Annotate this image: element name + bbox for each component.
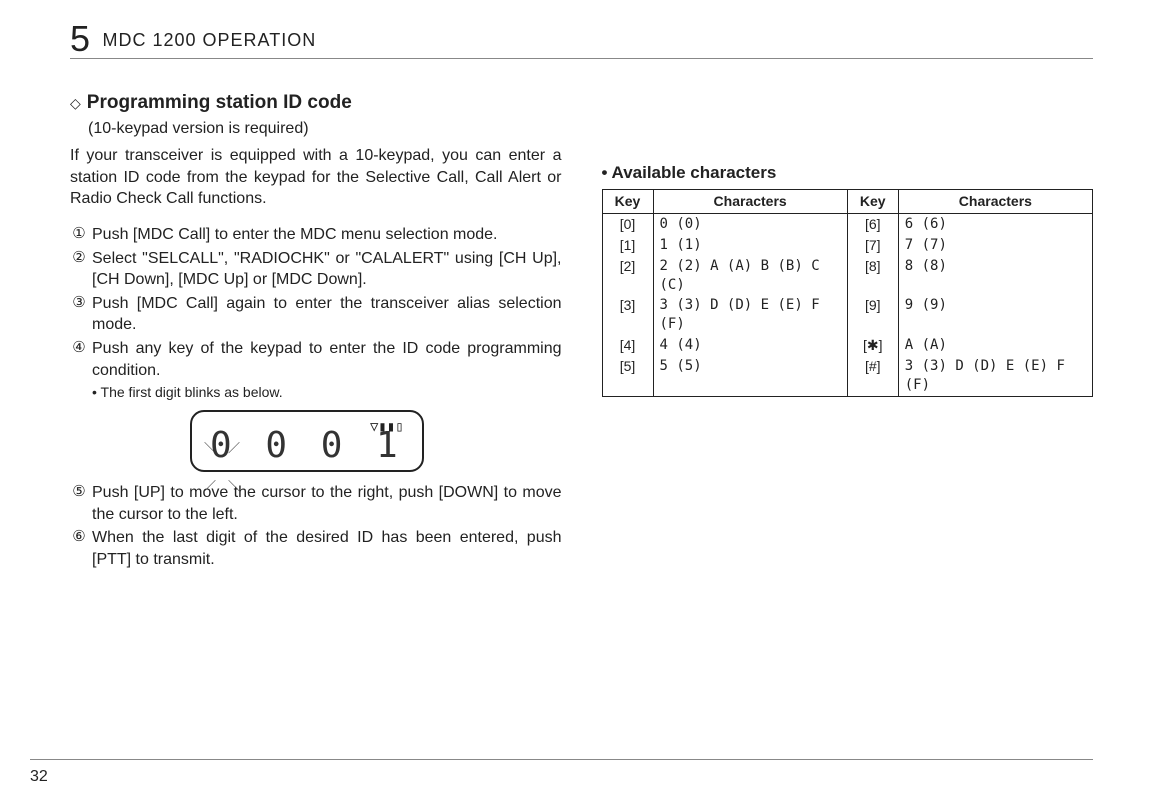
table-row: [1] 1 (1) [7] 7 (7) [602, 235, 1093, 256]
chars-cell: 8 (8) [898, 256, 1092, 296]
chapter-title: MDC 1200 OPERATION [102, 30, 316, 51]
step-text: Push any key of the keypad to enter the … [92, 338, 562, 381]
section-subheading: (10-keypad version is required) [88, 118, 562, 140]
available-characters-table: Key Characters Key Characters [0] 0 (0) … [602, 189, 1094, 397]
table-header-key: Key [847, 189, 898, 213]
step-6: ⑥ When the last digit of the desired ID … [70, 527, 562, 570]
chapter-number: 5 [70, 18, 90, 60]
step-3: ③ Push [MDC Call] again to enter the tra… [70, 293, 562, 336]
chars-cell: 6 (6) [898, 213, 1092, 234]
page-header: 5 MDC 1200 OPERATION [70, 18, 1093, 59]
step-5: ⑤ Push [UP] to move the cursor to the ri… [70, 482, 562, 525]
key-cell: [6] [847, 213, 898, 234]
key-cell: [4] [602, 335, 653, 356]
step-text: Push [MDC Call] again to enter the trans… [92, 293, 562, 336]
table-header-chars: Characters [653, 189, 847, 213]
blink-ray-icon: ／ ＼ [204, 478, 240, 494]
chars-cell: 0 (0) [653, 213, 847, 234]
blink-ray-icon: ＼ ／ [204, 440, 240, 456]
left-column: ◇ Programming station ID code (10-keypad… [70, 90, 562, 734]
chars-cell: 3 (3) D (D) E (E) F (F) [653, 295, 847, 335]
key-cell: [8] [847, 256, 898, 296]
step-text: Select "SELCALL", "RADIOCHK" or "CALALER… [92, 248, 562, 291]
key-cell: [7] [847, 235, 898, 256]
chars-cell: 4 (4) [653, 335, 847, 356]
step-number-icon: ① [70, 224, 88, 244]
step-number-icon: ③ [70, 293, 88, 313]
step-note: • The first digit blinks as below. [92, 383, 562, 402]
step-1: ① Push [MDC Call] to enter the MDC menu … [70, 224, 562, 246]
chars-cell: 1 (1) [653, 235, 847, 256]
step-number-icon: ② [70, 248, 88, 268]
key-cell: [2] [602, 256, 653, 296]
table-row: [5] 5 (5) [#] 3 (3) D (D) E (E) F (F) [602, 356, 1093, 396]
key-cell: [3] [602, 295, 653, 335]
chars-cell: 7 (7) [898, 235, 1092, 256]
step-text: Push [MDC Call] to enter the MDC menu se… [92, 224, 562, 246]
table-header-chars: Characters [898, 189, 1092, 213]
table-row: [0] 0 (0) [6] 6 (6) [602, 213, 1093, 234]
key-cell: [1] [602, 235, 653, 256]
step-number-icon: ④ [70, 338, 88, 358]
chars-cell: 2 (2) A (A) B (B) C (C) [653, 256, 847, 296]
table-row: [2] 2 (2) A (A) B (B) C (C) [8] 8 (8) [602, 256, 1093, 296]
table-row: [3] 3 (3) D (D) E (E) F (F) [9] 9 (9) [602, 295, 1093, 335]
diamond-bullet-icon: ◇ [70, 94, 81, 113]
step-text: When the last digit of the desired ID ha… [92, 527, 562, 570]
key-cell: [✱] [847, 335, 898, 356]
table-header-key: Key [602, 189, 653, 213]
step-2: ② Select "SELCALL", "RADIOCHK" or "CALAL… [70, 248, 562, 291]
footer-rule [30, 759, 1093, 760]
step-number-icon: ⑥ [70, 527, 88, 547]
key-cell: [0] [602, 213, 653, 234]
step-4: ④ Push any key of the keypad to enter th… [70, 338, 562, 381]
chars-cell: 5 (5) [653, 356, 847, 396]
key-cell: [#] [847, 356, 898, 396]
chars-cell: 9 (9) [898, 295, 1092, 335]
chars-cell: A (A) [898, 335, 1092, 356]
chars-cell: 3 (3) D (D) E (E) F (F) [898, 356, 1092, 396]
table-row: [4] 4 (4) [✱] A (A) [602, 335, 1093, 356]
lcd-illustration: ＼ ／ ▽▮▮▯ 0 0 0 1 ／ ＼ [190, 410, 562, 472]
key-cell: [9] [847, 295, 898, 335]
available-characters-heading: • Available characters [602, 162, 1094, 185]
section-heading: Programming station ID code [87, 90, 352, 116]
key-cell: [5] [602, 356, 653, 396]
step-number-icon: ⑤ [70, 482, 88, 502]
right-column: • Available characters Key Characters Ke… [602, 90, 1094, 734]
page-number: 32 [30, 768, 48, 786]
antenna-icon: ▽▮▮▯ [370, 418, 404, 437]
step-text: Push [UP] to move the cursor to the righ… [92, 482, 562, 525]
intro-paragraph: If your transceiver is equipped with a 1… [70, 145, 562, 210]
